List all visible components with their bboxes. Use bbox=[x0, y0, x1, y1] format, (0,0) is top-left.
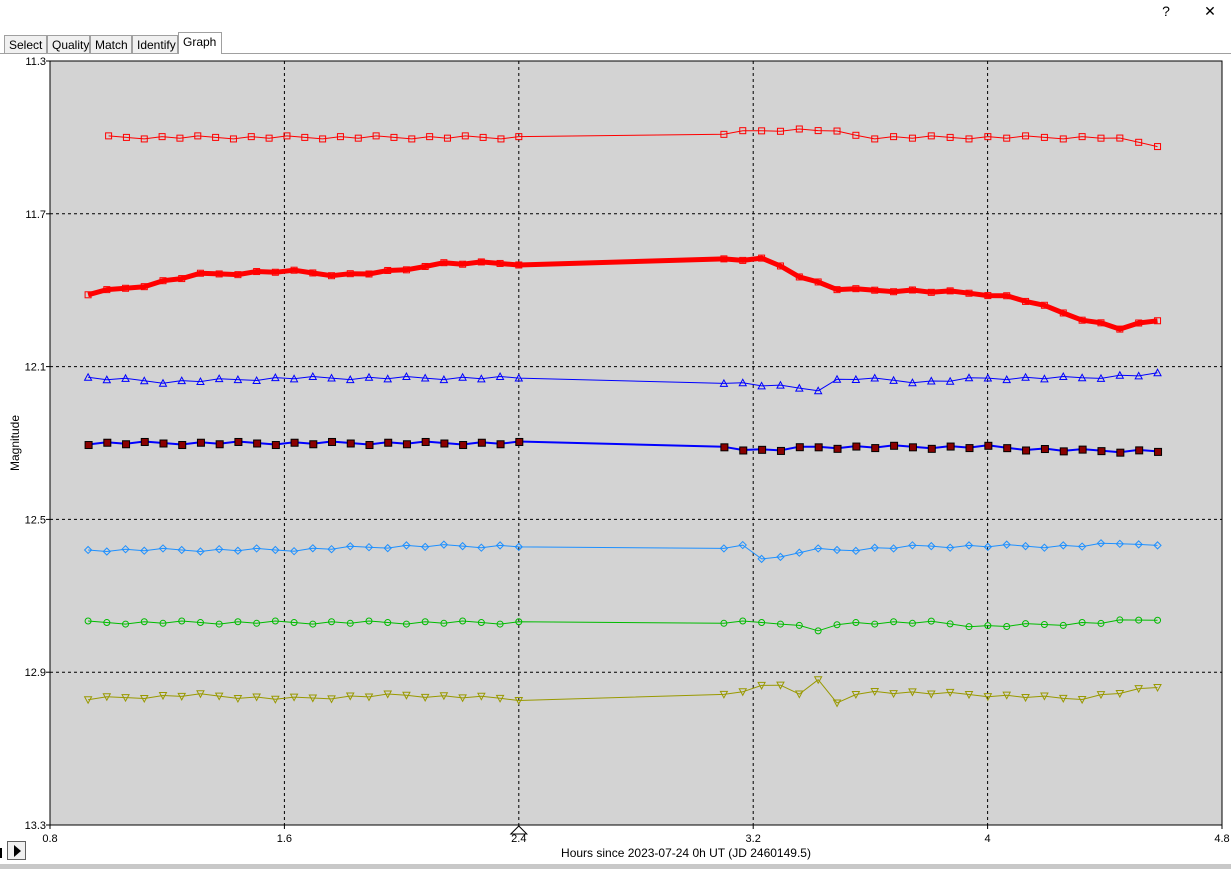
data-point bbox=[402, 440, 411, 449]
data-point bbox=[122, 440, 131, 449]
y-tick-label: 11.7 bbox=[25, 209, 46, 221]
data-point bbox=[84, 441, 93, 450]
data-point bbox=[477, 438, 486, 447]
data-point bbox=[459, 441, 468, 450]
data-point bbox=[421, 437, 430, 446]
data-point bbox=[253, 439, 262, 448]
light-curve-chart[interactable]: 0.8 1.6 2.4 3.2 4 4.8 11.3 11.7 12.1 12.5 12.9 13.3… bbox=[0, 55, 1231, 864]
data-point bbox=[271, 441, 280, 450]
data-point bbox=[1040, 445, 1049, 454]
data-point bbox=[890, 441, 899, 450]
data-point bbox=[365, 441, 374, 450]
data-point bbox=[384, 438, 393, 447]
data-point bbox=[1078, 445, 1087, 454]
data-point bbox=[496, 440, 505, 449]
data-point bbox=[215, 440, 224, 449]
x-axis-label: Hours since 2023-07-24 0h UT (JD 2460149… bbox=[561, 846, 811, 860]
play-button[interactable] bbox=[7, 841, 26, 860]
data-point bbox=[1059, 447, 1068, 456]
data-point bbox=[739, 446, 748, 455]
edge-marker bbox=[0, 848, 2, 858]
data-point bbox=[159, 439, 168, 448]
y-tick-label: 13.3 bbox=[25, 820, 46, 832]
x-tick-label: 0.8 bbox=[42, 833, 57, 845]
data-point bbox=[776, 446, 785, 455]
data-point bbox=[1022, 446, 1031, 455]
help-button[interactable]: ? bbox=[1146, 0, 1186, 22]
data-point bbox=[984, 441, 993, 450]
data-point bbox=[871, 444, 880, 453]
data-point bbox=[1154, 447, 1163, 456]
close-button[interactable]: ✕ bbox=[1190, 0, 1230, 22]
data-point bbox=[309, 440, 318, 449]
data-point bbox=[290, 438, 299, 447]
data-point bbox=[515, 437, 524, 446]
data-point bbox=[1097, 447, 1106, 456]
data-point bbox=[346, 439, 355, 448]
data-point bbox=[1135, 446, 1144, 455]
data-point bbox=[795, 443, 804, 452]
data-point bbox=[140, 437, 149, 446]
data-point bbox=[814, 443, 823, 452]
tab-strip: Select Quality Match Identify Graph bbox=[0, 26, 1231, 54]
y-tick-label: 12.9 bbox=[25, 667, 46, 679]
data-point bbox=[1116, 448, 1125, 457]
tab-graph[interactable]: Graph bbox=[178, 32, 222, 54]
data-point bbox=[720, 443, 729, 452]
data-point bbox=[833, 444, 842, 453]
y-tick-label: 11.3 bbox=[25, 56, 46, 68]
tab-select[interactable]: Select bbox=[4, 35, 47, 53]
data-point bbox=[178, 441, 187, 450]
data-point bbox=[927, 444, 936, 453]
y-tick-label: 12.1 bbox=[25, 362, 46, 374]
data-point bbox=[965, 444, 974, 453]
tab-identify[interactable]: Identify bbox=[132, 35, 178, 53]
x-tick-label: 3.2 bbox=[746, 833, 761, 845]
data-point bbox=[103, 438, 112, 447]
data-point bbox=[234, 437, 243, 446]
data-point bbox=[908, 443, 917, 452]
data-point bbox=[1003, 444, 1012, 453]
data-point bbox=[946, 442, 955, 451]
x-tick-label: 4.8 bbox=[1214, 833, 1229, 845]
y-axis-label: Magnitude bbox=[8, 415, 22, 471]
y-tick-label: 12.5 bbox=[25, 514, 46, 526]
time-marker-shape bbox=[509, 825, 529, 835]
data-point bbox=[852, 442, 861, 451]
tab-match[interactable]: Match bbox=[90, 35, 132, 53]
x-tick-label: 1.6 bbox=[277, 833, 292, 845]
data-point bbox=[440, 439, 449, 448]
x-tick-label: 4 bbox=[985, 833, 991, 845]
data-point bbox=[758, 445, 767, 454]
data-point bbox=[328, 437, 337, 446]
time-marker-icon[interactable] bbox=[509, 825, 529, 835]
tab-quality[interactable]: Quality bbox=[47, 35, 90, 53]
data-point bbox=[196, 438, 205, 447]
x-tick-label: 2.4 bbox=[511, 833, 526, 845]
window-titlebar: ? ✕ bbox=[0, 0, 1231, 26]
status-strip bbox=[0, 864, 1231, 869]
